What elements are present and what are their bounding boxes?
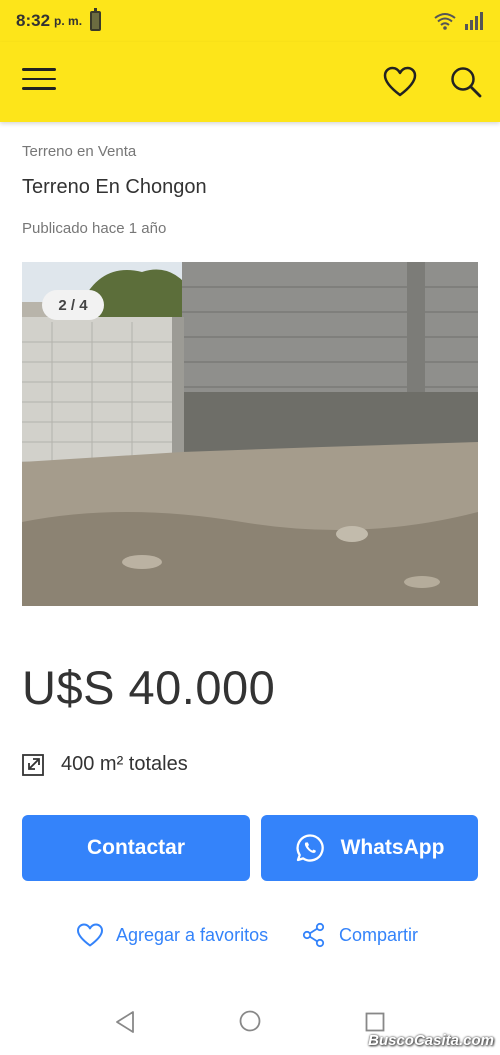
area-row: 400 m² totales	[22, 753, 188, 776]
whatsapp-button[interactable]: WhatsApp	[261, 815, 478, 881]
area-text: 400 m² totales	[61, 753, 188, 775]
contact-button[interactable]: Contactar	[22, 815, 250, 881]
search-icon[interactable]	[448, 64, 484, 100]
contact-button-label: Contactar	[86, 836, 186, 859]
recent-apps-square-icon[interactable]	[365, 1012, 385, 1032]
hamburger-menu-icon[interactable]	[22, 68, 56, 96]
share-link[interactable]: Compartir	[301, 922, 418, 948]
listing-photo[interactable]: 2 / 4	[22, 262, 478, 606]
secondary-actions: Agregar a favoritos Compartir	[0, 922, 500, 958]
share-label: Compartir	[339, 924, 419, 945]
whatsapp-icon	[296, 834, 324, 862]
heart-icon[interactable]	[382, 64, 418, 100]
photo-counter: 2 / 4	[42, 290, 104, 320]
share-icon	[302, 922, 325, 948]
watermark-text: BuscoCasita.com	[368, 1032, 494, 1049]
app-bar	[0, 42, 500, 122]
back-triangle-icon[interactable]	[114, 1010, 136, 1034]
listing-price: U$S 40.000	[22, 661, 276, 714]
status-bar: 8:32 p. m.	[0, 0, 500, 42]
add-to-favorites-link[interactable]: Agregar a favoritos	[76, 922, 268, 948]
wifi-icon	[434, 13, 456, 30]
listing-title: Terreno En Chongon	[22, 176, 207, 198]
area-expand-icon	[22, 753, 44, 776]
published-date: Publicado hace 1 año	[22, 220, 167, 237]
whatsapp-button-label: WhatsApp	[340, 836, 445, 859]
battery-icon	[90, 8, 102, 31]
status-ampm: p. m.	[54, 14, 83, 28]
status-icons	[434, 12, 484, 30]
status-time: 8:32	[16, 11, 51, 30]
listing-category: Terreno en Venta	[22, 143, 137, 160]
add-to-favorites-label: Agregar a favoritos	[116, 924, 269, 945]
home-circle-icon[interactable]	[239, 1010, 261, 1032]
signal-icon	[465, 12, 483, 30]
heart-outline-icon	[77, 923, 103, 947]
